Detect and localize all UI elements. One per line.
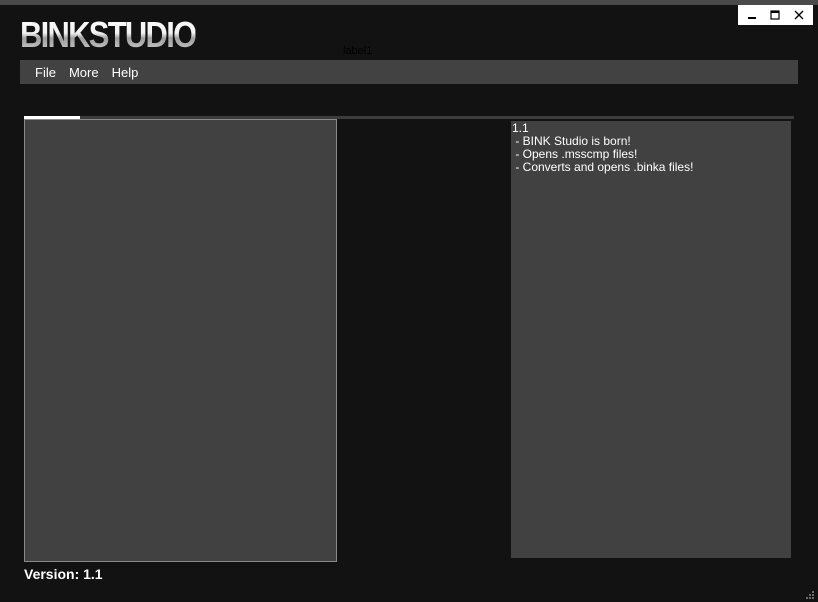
changelog-box[interactable]: 1.1 - BINK Studio is born! - Opens .mssc… [511,121,791,558]
window-controls [738,5,813,25]
close-icon [794,10,804,20]
label1-text: label1 [343,45,373,57]
menu-help[interactable]: Help [108,65,148,80]
minimize-icon [747,17,756,19]
title-bar-strip [0,0,818,5]
menu-more[interactable]: More [65,65,108,80]
maximize-button[interactable] [764,6,786,24]
menu-bar: File More Help [20,60,798,84]
resize-grip-icon[interactable] [805,590,815,600]
maximize-icon [770,10,781,20]
file-list-panel[interactable] [24,119,337,562]
minimize-button[interactable] [741,6,763,24]
changelog-line: - Converts and opens .binka files! [512,160,694,174]
app-logo: BINKSTUDIO [20,14,197,55]
version-label: Version: 1.1 [24,566,103,582]
menu-file[interactable]: File [20,65,65,80]
close-button[interactable] [788,6,810,24]
